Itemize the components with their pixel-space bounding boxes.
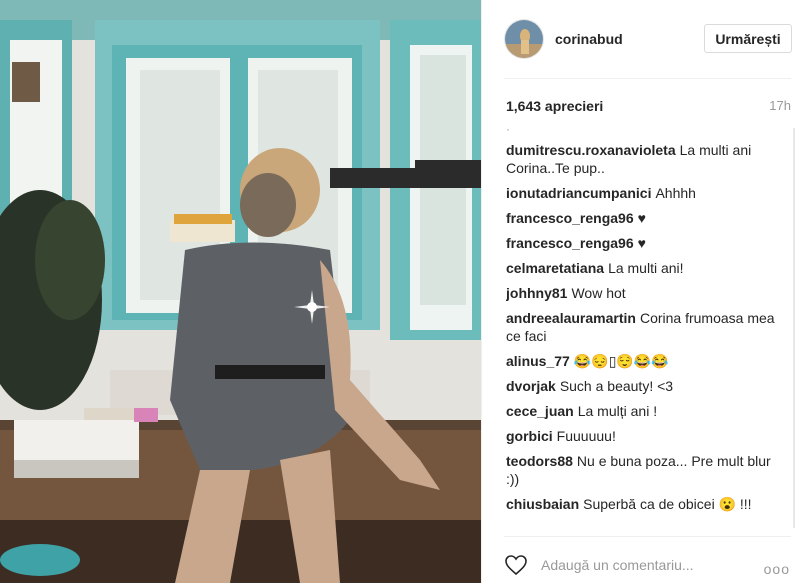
comment-item: francesco_renga96 ♥ <box>506 209 786 227</box>
comment-text: Ahhhh <box>655 185 696 201</box>
comments-list: · dumitrescu.roxanavioleta La multi ani C… <box>506 125 786 523</box>
comment-text: ♥ <box>637 210 646 226</box>
comment-text: Wow hot <box>571 285 626 301</box>
post-image <box>0 0 481 583</box>
comment-item: teodors88 Nu e buna poza... Pre mult blur… <box>506 452 786 488</box>
comment-item: andreealauramartin Corina frumoasa mea ce… <box>506 309 786 345</box>
comment-username[interactable]: dvorjak <box>506 378 556 394</box>
comment-username[interactable]: alinus_77 <box>506 353 570 369</box>
heart-icon[interactable] <box>504 553 528 577</box>
comment-item: dumitrescu.roxanavioleta La multi ani Cor… <box>506 141 786 177</box>
avatar[interactable] <box>504 19 544 59</box>
comment-username[interactable]: francesco_renga96 <box>506 210 634 226</box>
more-comments-indicator[interactable]: · <box>506 125 786 135</box>
comment-text: La mulți ani ! <box>577 403 658 419</box>
comment-username[interactable]: gorbici <box>506 428 553 444</box>
post-time[interactable]: 17h <box>769 98 791 113</box>
username[interactable]: corinabud <box>555 31 623 47</box>
post-details-panel: corinabud Urmărești 1,643 aprecieri 17h … <box>481 0 801 583</box>
comment-username[interactable]: chiusbaian <box>506 496 579 512</box>
comment-username[interactable]: ionutadriancumpanici <box>506 185 651 201</box>
comment-username[interactable]: dumitrescu.roxanavioleta <box>506 142 676 158</box>
following-button[interactable]: Urmărești <box>704 24 792 53</box>
comment-username[interactable]: cece_juan <box>506 403 574 419</box>
comment-item: alinus_77 😂😔▯😌😂😂 <box>506 352 786 370</box>
comment-username[interactable]: francesco_renga96 <box>506 235 634 251</box>
likes-count[interactable]: 1,643 aprecieri <box>506 98 603 114</box>
comment-text: ♥ <box>637 235 646 251</box>
comment-item: gorbici Fuuuuuu! <box>506 427 786 445</box>
comment-item: chiusbaian Superbă ca de obicei 😮 !!! <box>506 495 786 513</box>
comments-scrollbar[interactable] <box>793 128 795 528</box>
comment-item: johhny81 Wow hot <box>506 284 786 302</box>
add-comment-input[interactable]: Adaugă un comentariu... <box>541 557 694 573</box>
more-options-icon[interactable]: ooo <box>764 561 790 577</box>
footer-divider <box>504 536 791 537</box>
header-divider <box>504 78 791 79</box>
comment-username[interactable]: andreealauramartin <box>506 310 636 326</box>
comment-text: 😂😔▯😌😂😂 <box>573 353 669 369</box>
post-photo <box>0 0 481 583</box>
comment-item: celmaretatiana La multi ani! <box>506 259 786 277</box>
comment-username[interactable]: johhny81 <box>506 285 567 301</box>
post-header: corinabud Urmărești <box>482 0 801 78</box>
comment-item: cece_juan La mulți ani ! <box>506 402 786 420</box>
comment-item: dvorjak Such a beauty! <3 <box>506 377 786 395</box>
comment-item: francesco_renga96 ♥ <box>506 234 786 252</box>
comment-text: La multi ani! <box>608 260 684 276</box>
comment-item: ionutadriancumpanici Ahhhh <box>506 184 786 202</box>
comment-text: Such a beauty! <3 <box>559 378 674 394</box>
comment-text: Fuuuuuu! <box>556 428 616 444</box>
comment-bar: Adaugă un comentariu... ooo <box>504 553 794 581</box>
comment-username[interactable]: celmaretatiana <box>506 260 604 276</box>
comment-text: Superbă ca de obicei 😮 !!! <box>583 496 752 512</box>
comment-username[interactable]: teodors88 <box>506 453 573 469</box>
